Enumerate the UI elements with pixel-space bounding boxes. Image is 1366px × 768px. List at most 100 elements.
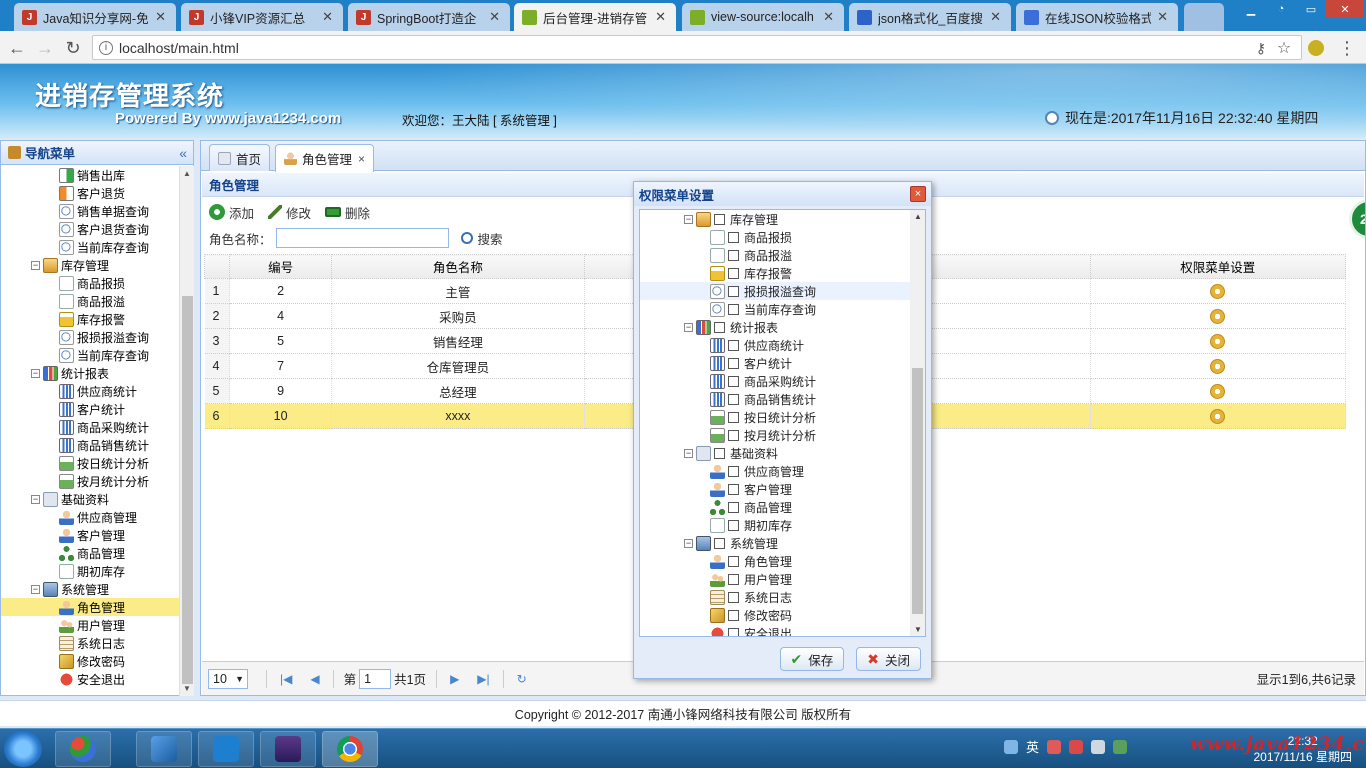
back-icon[interactable]: ← — [6, 37, 28, 59]
tree-node[interactable]: 库存报警 — [1, 310, 179, 328]
tray-network-icon[interactable] — [1091, 739, 1106, 754]
collapse-toggle-icon[interactable]: − — [684, 448, 693, 458]
collapse-toggle-icon[interactable]: − — [684, 214, 693, 224]
page-size-select[interactable]: 10 ▼ — [208, 668, 248, 689]
browser-tab[interactable]: J SpringBoot打造企 ✕ — [348, 3, 510, 31]
tab-close-icon[interactable]: ✕ — [823, 9, 834, 25]
tree-node[interactable]: 用户管理 — [1, 616, 179, 634]
tree-node[interactable]: 当前库存查询 — [1, 346, 179, 364]
permission-checkbox[interactable] — [728, 573, 739, 585]
tree-node[interactable]: 期初库存 — [1, 562, 179, 580]
bookmark-star-icon[interactable]: ☆ — [1273, 37, 1295, 59]
tree-node[interactable]: 客户统计 — [1, 400, 179, 418]
tree-node[interactable]: 按月统计分析 — [640, 426, 910, 444]
permission-checkbox[interactable] — [714, 321, 725, 333]
taskbar-app-chrome[interactable] — [322, 731, 378, 767]
permission-checkbox[interactable] — [728, 501, 739, 513]
permission-checkbox[interactable] — [728, 357, 739, 369]
tab-close-icon[interactable]: ✕ — [322, 9, 333, 25]
taskbar-app-2[interactable] — [136, 731, 192, 767]
permission-checkbox[interactable] — [728, 591, 739, 603]
tree-node-folder[interactable]: − 库存管理 — [640, 210, 910, 228]
col-perm-header[interactable]: 权限菜单设置 — [1089, 254, 1347, 279]
nav-scroll-thumb[interactable] — [182, 296, 193, 684]
edit-button[interactable]: 修改 — [268, 203, 311, 222]
page-number-input[interactable]: 1 — [359, 668, 392, 689]
tray-icon[interactable] — [1069, 739, 1084, 754]
tree-node[interactable]: 商品销售统计 — [1, 436, 179, 454]
permission-checkbox[interactable] — [728, 231, 739, 243]
col-id-header[interactable]: 编号 — [229, 254, 333, 279]
permission-checkbox[interactable] — [728, 375, 739, 387]
col-name-header[interactable]: 角色名称 — [331, 254, 585, 279]
tray-shield-icon[interactable] — [1113, 739, 1128, 754]
tab-role-management[interactable]: 角色管理 × — [275, 144, 375, 172]
first-page-icon[interactable]: |◀ — [280, 672, 292, 686]
permission-checkbox[interactable] — [728, 393, 739, 405]
taskbar-app-1[interactable] — [55, 731, 111, 767]
minimize-icon[interactable]: ▁ — [1236, 0, 1266, 18]
tree-node-folder[interactable]: − 系统管理 — [640, 534, 910, 552]
tree-node[interactable]: 供应商统计 — [1, 382, 179, 400]
tree-node[interactable]: 销售出库 — [1, 166, 179, 184]
tree-node[interactable]: 供应商管理 — [1, 508, 179, 526]
tree-node-folder[interactable]: − 系统管理 — [1, 580, 179, 598]
tree-node[interactable]: 客户管理 — [640, 480, 910, 498]
tree-node[interactable]: 客户统计 — [640, 354, 910, 372]
tree-node[interactable]: 供应商统计 — [640, 336, 910, 354]
tree-node[interactable]: 商品管理 — [1, 544, 179, 562]
permission-checkbox[interactable] — [728, 555, 739, 567]
browser-tab[interactable]: 后台管理-进销存管 ✕ — [514, 3, 676, 31]
tab-home[interactable]: 首页 — [209, 144, 271, 171]
browser-tab[interactable]: 在线JSON校验格式 ✕ — [1016, 3, 1178, 31]
tree-node[interactable]: 报损报溢查询 — [1, 328, 179, 346]
collapse-icon[interactable]: « — [179, 145, 187, 161]
menu-icon[interactable]: ⋮ — [1336, 37, 1358, 59]
close-dialog-button[interactable]: ✖ 关闭 — [856, 647, 921, 671]
collapse-toggle-icon[interactable]: − — [31, 368, 40, 378]
permission-checkbox[interactable] — [728, 339, 739, 351]
tab-close-icon[interactable]: ✕ — [990, 9, 1001, 25]
collapse-toggle-icon[interactable]: − — [31, 260, 40, 270]
permission-checkbox[interactable] — [728, 483, 739, 495]
tree-node[interactable]: 系统日志 — [1, 634, 179, 652]
tree-node[interactable]: 客户退货查询 — [1, 220, 179, 238]
tree-node-folder[interactable]: − 基础资料 — [1, 490, 179, 508]
taskbar-app-eclipse[interactable] — [260, 731, 316, 767]
tray-icon[interactable] — [1047, 739, 1062, 754]
extension-icon[interactable] — [1305, 37, 1327, 59]
tree-node-folder[interactable]: − 统计报表 — [1, 364, 179, 382]
tree-node[interactable]: 商品报溢 — [640, 246, 910, 264]
permission-checkbox[interactable] — [728, 285, 739, 297]
tree-node[interactable]: 商品报溢 — [1, 292, 179, 310]
reload-icon[interactable]: ↻ — [62, 37, 84, 59]
delete-button[interactable]: 删除 — [325, 203, 370, 222]
new-tab-button[interactable] — [1184, 3, 1224, 31]
tab-close-icon[interactable]: ✕ — [155, 9, 166, 25]
tree-node[interactable]: 客户管理 — [1, 526, 179, 544]
save-button[interactable]: ✔ 保存 — [779, 647, 845, 671]
collapse-toggle-icon[interactable]: − — [684, 538, 693, 548]
tree-node[interactable]: 用户管理 — [640, 570, 910, 588]
permission-checkbox[interactable] — [728, 429, 739, 441]
gear-icon[interactable] — [1210, 308, 1226, 324]
tab-close-icon[interactable]: ✕ — [655, 9, 666, 25]
permission-checkbox[interactable] — [728, 609, 739, 621]
permission-checkbox[interactable] — [728, 303, 739, 315]
tree-node[interactable]: 商品报损 — [1, 274, 179, 292]
tree-node[interactable]: 修改密码 — [640, 606, 910, 624]
forward-icon[interactable]: → — [34, 37, 56, 59]
gear-icon[interactable] — [1210, 358, 1226, 374]
tree-node-folder[interactable]: − 统计报表 — [640, 318, 910, 336]
tree-node[interactable]: 安全退出 — [1, 670, 179, 688]
search-button[interactable]: 搜索 — [460, 229, 503, 248]
permission-checkbox[interactable] — [728, 249, 739, 261]
close-window-icon[interactable]: ✕ — [1326, 0, 1364, 18]
tree-node-folder[interactable]: − 库存管理 — [1, 256, 179, 274]
tree-node[interactable]: 库存报警 — [640, 264, 910, 282]
dialog-scrollbar[interactable]: ▲ ▼ — [910, 210, 925, 636]
gear-icon[interactable] — [1210, 333, 1226, 349]
info-icon[interactable]: i — [99, 40, 113, 55]
collapse-toggle-icon[interactable]: − — [684, 322, 693, 332]
tree-node[interactable]: 商品管理 — [640, 498, 910, 516]
